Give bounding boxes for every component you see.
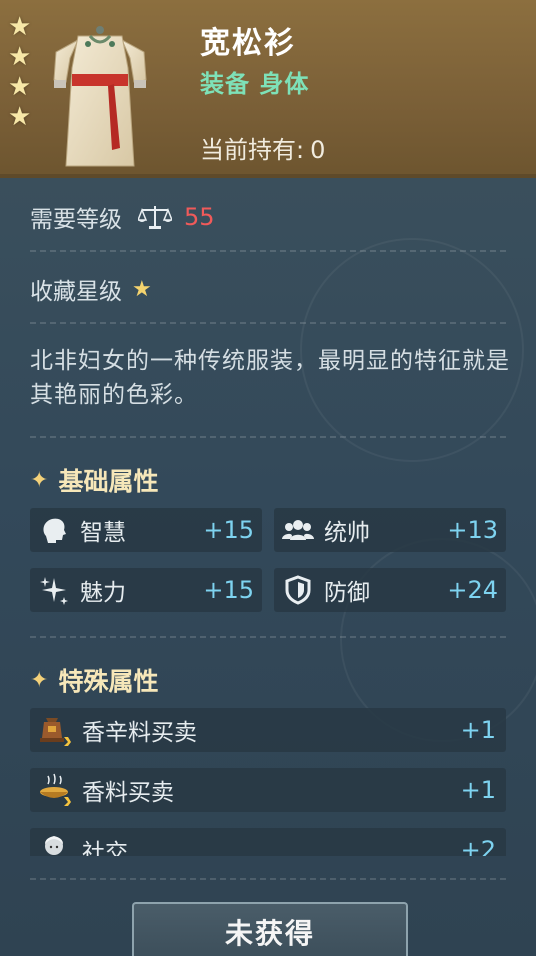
special-attr-social: 社交 +2 [30, 828, 506, 856]
person-portrait-icon [45, 836, 63, 855]
scale-icon [138, 206, 172, 229]
stat-charm: 魅力 +15 [30, 568, 262, 612]
group-icon [282, 520, 314, 540]
divider [30, 322, 506, 324]
item-name: 宽松衫 [200, 26, 296, 61]
special-attr-value: +1 [460, 776, 496, 804]
required-level-label: 需要等级 [30, 207, 122, 233]
stat-value: +13 [447, 516, 498, 544]
stat-name: 智慧 [80, 520, 126, 546]
special-attr-incense-trade: 香料买卖 +1 [30, 768, 506, 812]
divider [30, 878, 506, 880]
item-type: 装备 身体 [200, 70, 310, 98]
divider [30, 436, 506, 438]
stat-value: +15 [203, 516, 254, 544]
rarity-stars: ★ ★ ★ ★ [8, 12, 36, 132]
stat-wisdom: 智慧 +15 [30, 508, 262, 552]
collection-star-icon: ★ [132, 276, 152, 302]
shield-icon [285, 575, 311, 605]
special-attr-value: +2 [460, 836, 496, 856]
garment-image [53, 26, 147, 167]
stat-name: 防御 [324, 580, 370, 606]
sparkle-icon: ✦ [30, 667, 49, 693]
rarity-star-icon: ★ [8, 42, 32, 72]
special-attr-name: 香辛料买卖 [82, 720, 197, 746]
owned-count: 当前持有: 0 [200, 130, 325, 165]
stat-defense: 防御 +24 [274, 568, 506, 612]
item-description: 北非妇女的一种传统服装，最明显的特征就是其艳丽的色彩。 [30, 348, 510, 408]
item-header: ★ ★ ★ ★ 宽松衫 装备 身体 当前持有: 0 [0, 0, 536, 178]
special-attributes-heading: ✦ 特殊属性 [30, 662, 158, 698]
rarity-star-icon: ★ [8, 72, 32, 102]
not-obtained-button[interactable]: 未获得 [132, 902, 408, 956]
rarity-star-icon: ★ [8, 12, 32, 42]
sparkle-icon: ✦ [30, 467, 49, 493]
special-attr-name: 香料买卖 [82, 780, 174, 806]
special-attr-value: +1 [460, 716, 496, 744]
stat-command: 统帅 +13 [274, 508, 506, 552]
required-level-row: 需要等级 55 [30, 200, 215, 234]
required-level-value: 55 [184, 203, 215, 231]
rarity-star-icon: ★ [8, 102, 32, 132]
collection-star-row: 收藏星级 ★ [30, 272, 152, 306]
stat-name: 统帅 [324, 520, 370, 546]
head-icon [43, 518, 66, 543]
stat-name: 魅力 [80, 580, 126, 606]
stat-value: +24 [447, 576, 498, 604]
scroll-area[interactable]: 需要等级 55 收藏星级 ★ 北非妇女的一种传统服装，最明显的特征就是其艳丽的色… [0, 178, 536, 856]
owned-value: 0 [310, 136, 326, 164]
divider [30, 250, 506, 252]
special-attr-spice-trade: 香辛料买卖 +1 [30, 708, 506, 752]
special-attr-name: 社交 [82, 840, 128, 856]
incense-burner-icon [40, 773, 71, 806]
base-attributes-heading: ✦ 基础属性 [30, 462, 158, 498]
base-attributes-title: 基础属性 [58, 467, 159, 496]
divider [30, 636, 506, 638]
stat-value: +15 [203, 576, 254, 604]
owned-label: 当前持有: [200, 136, 305, 164]
collection-star-label: 收藏星级 [30, 279, 122, 305]
special-attributes-title: 特殊属性 [58, 667, 159, 696]
item-details-panel: 需要等级 55 收藏星级 ★ 北非妇女的一种传统服装，最明显的特征就是其艳丽的色… [0, 178, 536, 956]
spice-pot-icon [40, 718, 71, 746]
sparkle-icon [40, 577, 68, 605]
